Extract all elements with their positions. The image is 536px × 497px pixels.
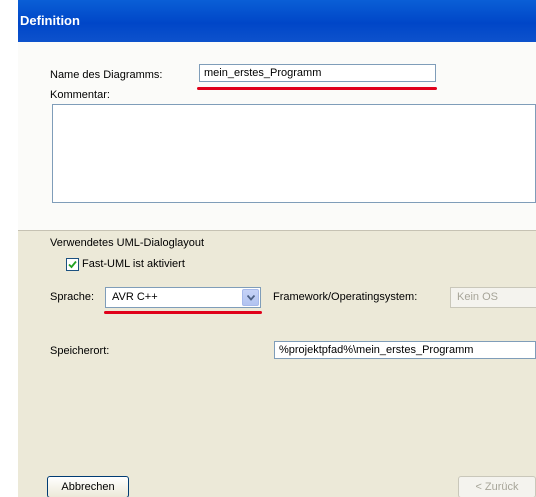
language-label: Sprache: xyxy=(50,291,95,303)
framework-value: Kein OS xyxy=(457,291,498,303)
title-bar: Definition xyxy=(18,0,536,42)
checkmark-icon xyxy=(68,260,77,269)
chevron-down-icon xyxy=(247,295,255,301)
name-highlight-underline xyxy=(197,87,437,90)
framework-select[interactable]: Kein OS xyxy=(450,287,536,308)
language-dropdown-button[interactable] xyxy=(242,289,259,306)
name-label: Name des Diagramms: xyxy=(50,69,163,81)
comment-textarea[interactable] xyxy=(52,104,536,203)
location-label: Speicherort: xyxy=(50,345,110,357)
diagram-name-input[interactable]: mein_erstes_Programm xyxy=(199,64,436,82)
fast-uml-label: Fast-UML ist aktiviert xyxy=(82,258,185,270)
framework-label: Framework/Operatingsystem: xyxy=(273,291,418,303)
cancel-button[interactable]: Abbrechen xyxy=(47,476,129,497)
definition-dialog: Definition Name des Diagramms: mein_erst… xyxy=(18,0,536,497)
layout-label: Verwendetes UML-Dialoglayout xyxy=(50,237,205,249)
language-value: AVR C++ xyxy=(112,291,158,303)
comment-label: Kommentar: xyxy=(50,89,110,101)
language-highlight-underline xyxy=(104,311,262,314)
window-title: Definition xyxy=(20,13,80,28)
back-button[interactable]: < Zurück xyxy=(458,476,536,497)
language-select[interactable]: AVR C++ xyxy=(105,287,261,308)
location-input[interactable]: %projektpfad%\mein_erstes_Programm xyxy=(274,341,536,359)
fast-uml-checkbox[interactable] xyxy=(66,258,79,271)
